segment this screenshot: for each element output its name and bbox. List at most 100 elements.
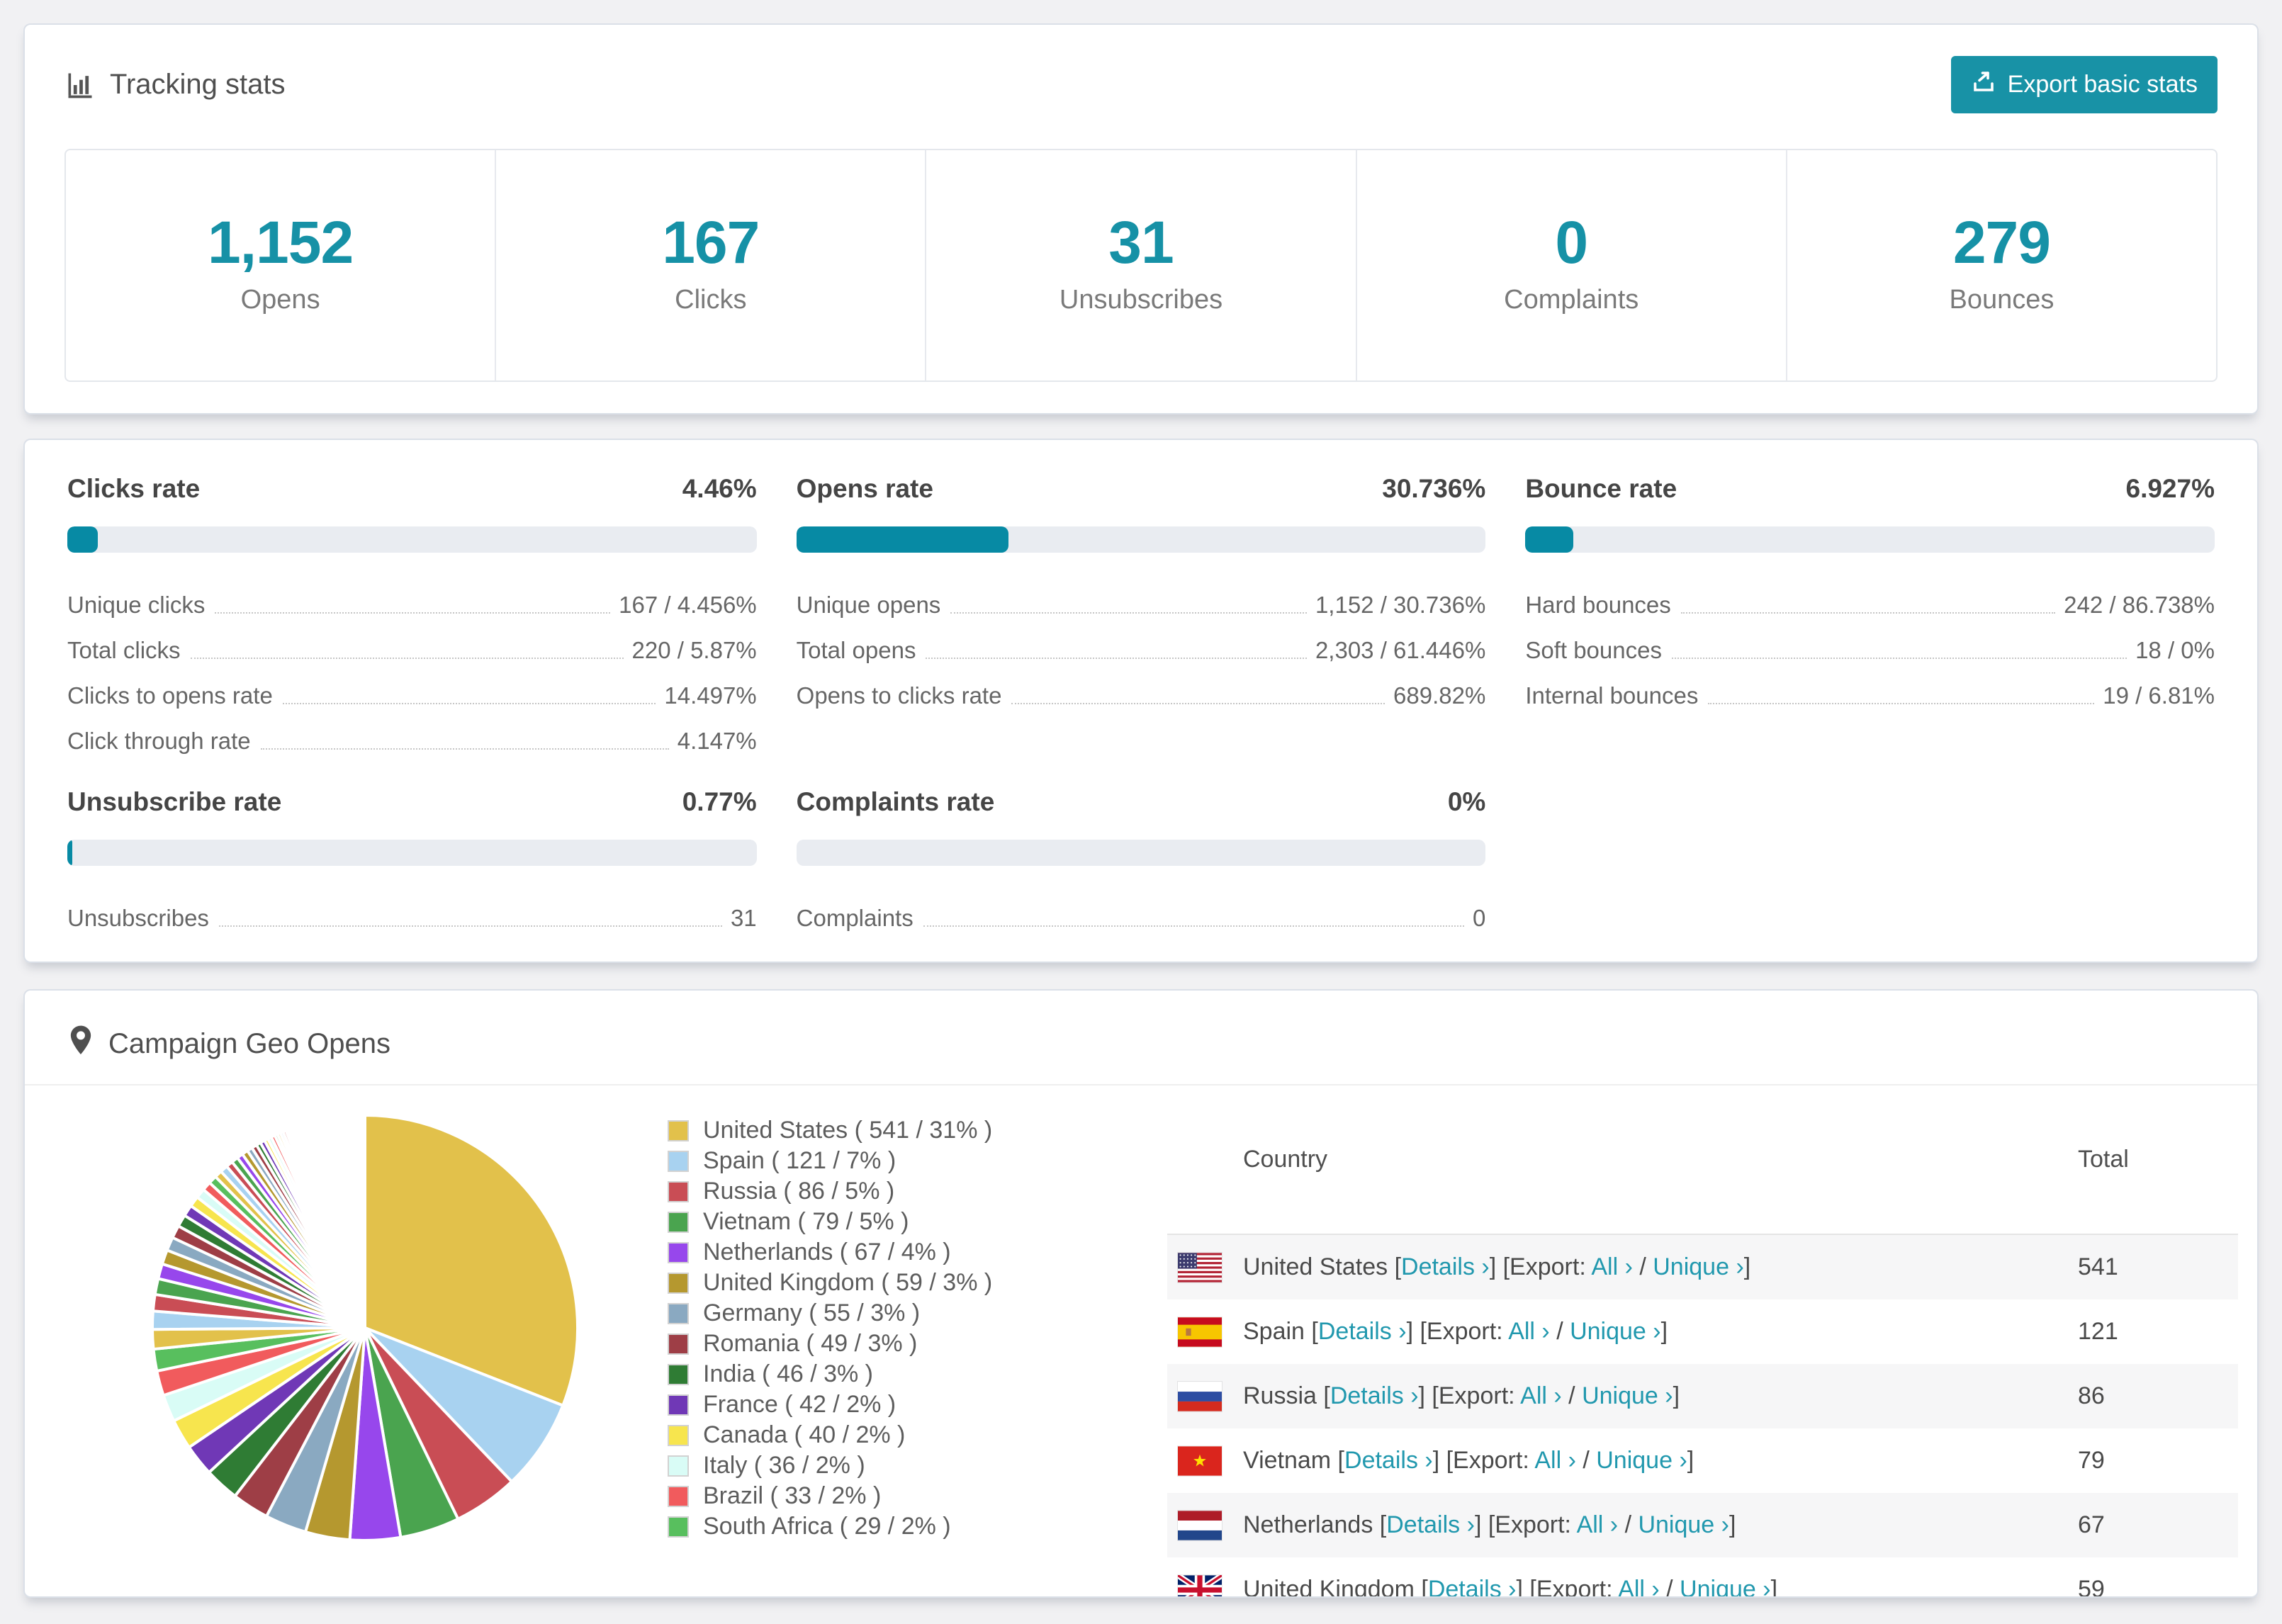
stat-value: 279 [1952,209,2051,276]
export-all-link[interactable]: All › [1591,1253,1633,1280]
export-unique-link[interactable]: Unique › [1582,1382,1673,1409]
flag-icon-vn [1178,1445,1222,1476]
legend-item-netherlands[interactable]: Netherlands ( 67 / 4% ) [668,1237,992,1268]
rate-head: Complaints rate 0% [797,787,1486,817]
geo-table-row-gb: United Kingdom [Details ›] [Export: All … [1167,1557,2238,1598]
legend-swatch [668,1150,689,1172]
legend-item-united-kingdom[interactable]: United Kingdom ( 59 / 3% ) [668,1268,992,1298]
details-link[interactable]: Details › [1428,1576,1517,1596]
rate-detail-label: Hard bounces [1525,592,1671,618]
legend-item-italy[interactable]: Italy ( 36 / 2% ) [668,1450,992,1481]
details-link[interactable]: Details › [1330,1382,1419,1409]
legend-item-brazil[interactable]: Brazil ( 33 / 2% ) [668,1481,992,1511]
export-icon [1971,69,1996,101]
geo-table: Country Total United States [Details ›] … [1167,1146,2238,1596]
legend-item-vietnam[interactable]: Vietnam ( 79 / 5% ) [668,1207,992,1237]
total-cell: 59 [2078,1576,2105,1598]
legend-label: Russia ( 86 / 5% ) [703,1178,895,1205]
rate-detail-label: Soft bounces [1525,637,1662,663]
geo-pie-chart [145,1108,585,1547]
rate-detail-label: Clicks to opens rate [67,682,273,709]
details-link[interactable]: Details › [1344,1447,1433,1474]
legend-item-romania[interactable]: Romania ( 49 / 3% ) [668,1329,992,1359]
legend-swatch [668,1302,689,1324]
rate-detail-row: Total clicks 220 / 5.87% [67,637,757,664]
rate-value: 0% [1447,787,1486,816]
rate-detail-value: 242 / 86.738% [2064,592,2215,618]
legend-label: Romania ( 49 / 3% ) [703,1330,918,1357]
total-cell: 79 [2078,1447,2105,1474]
rate-block-bounce-rate: Bounce rate 6.927% Hard bounces 242 / 86… [1525,474,2215,755]
geo-table-header: Country Total [1167,1146,2238,1174]
legend-label: India ( 46 / 3% ) [703,1360,874,1387]
total-cell: 121 [2078,1318,2118,1345]
rate-detail-row: Internal bounces 19 / 6.81% [1525,682,2215,709]
geo-body: United States ( 541 / 31% ) Spain ( 121 … [25,1086,2257,1596]
dotted-leader [926,658,1307,659]
rate-detail-label: Total clicks [67,637,181,663]
export-all-link[interactable]: All › [1508,1318,1550,1345]
rate-title: Bounce rate [1525,474,1677,503]
legend-item-south-africa[interactable]: South Africa ( 29 / 2% ) [668,1511,992,1542]
rate-detail-label: Unique clicks [67,592,206,618]
rate-head: Unsubscribe rate 0.77% [67,787,757,817]
legend-item-united-states[interactable]: United States ( 541 / 31% ) [668,1115,992,1146]
legend-swatch [668,1485,689,1507]
legend-swatch [668,1241,689,1263]
legend-swatch [668,1272,689,1294]
export-all-link[interactable]: All › [1520,1382,1562,1409]
legend-item-germany[interactable]: Germany ( 55 / 3% ) [668,1298,992,1329]
export-unique-link[interactable]: Unique › [1596,1447,1687,1474]
rate-progress-fill [1525,526,1573,553]
rate-detail-value: 31 [730,905,757,931]
rate-block-clicks-rate: Clicks rate 4.46% Unique clicks 167 / 4.… [67,474,757,755]
legend-label: Brazil ( 33 / 2% ) [703,1482,882,1509]
pie-slice[interactable] [362,1113,366,1329]
rate-progress-track [796,526,1486,553]
country-cell: United States [Details ›] [Export: All ›… [1243,1253,1751,1280]
export-unique-link[interactable]: Unique › [1638,1511,1729,1538]
geo-table-row-es: Spain [Details ›] [Export: All › / Uniqu… [1167,1299,2238,1364]
rate-title: Unsubscribe rate [67,787,282,816]
rate-detail-value: 4.147% [677,728,757,754]
rate-block-complaints-rate: Complaints rate 0% Complaints 0 [796,787,1486,932]
dotted-leader [1708,703,2095,704]
rate-rows: Hard bounces 242 / 86.738% Soft bounces … [1525,592,2215,709]
dotted-leader [950,612,1307,614]
legend-swatch [668,1455,689,1477]
rate-head: Clicks rate 4.46% [67,474,757,504]
total-cell: 67 [2078,1511,2105,1538]
details-link[interactable]: Details › [1386,1511,1475,1538]
legend-label: Germany ( 55 / 3% ) [703,1299,921,1326]
country-cell: Russia [Details ›] [Export: All › / Uniq… [1243,1382,1680,1409]
legend-label: Canada ( 40 / 2% ) [703,1421,906,1448]
stat-label: Clicks [675,285,747,315]
details-link[interactable]: Details › [1318,1318,1407,1345]
legend-item-india[interactable]: India ( 46 / 3% ) [668,1359,992,1389]
export-all-link[interactable]: All › [1618,1576,1660,1596]
legend-item-canada[interactable]: Canada ( 40 / 2% ) [668,1420,992,1450]
export-all-link[interactable]: All › [1534,1447,1576,1474]
legend-label: United States ( 541 / 31% ) [703,1117,993,1144]
rate-progress-fill [67,526,99,553]
legend-item-russia[interactable]: Russia ( 86 / 5% ) [668,1176,992,1207]
country-cell: Spain [Details ›] [Export: All › / Uniqu… [1243,1318,1668,1345]
geo-table-row-ru: Russia [Details ›] [Export: All › / Uniq… [1167,1364,2238,1428]
rate-value: 4.46% [682,474,757,503]
rate-detail-label: Complaints [796,905,914,931]
dotted-leader [218,925,722,927]
export-basic-stats-button[interactable]: Export basic stats [1950,56,2218,113]
rate-title: Complaints rate [796,787,995,816]
legend-item-spain[interactable]: Spain ( 121 / 7% ) [668,1146,992,1176]
rate-detail-label: Internal bounces [1525,682,1699,709]
export-unique-link[interactable]: Unique › [1680,1576,1771,1596]
export-unique-link[interactable]: Unique › [1570,1318,1661,1345]
campaign-geo-opens-card: Campaign Geo Opens United States ( 541 /… [23,989,2259,1598]
details-link[interactable]: Details › [1401,1253,1490,1280]
legend-item-france[interactable]: France ( 42 / 2% ) [668,1389,992,1420]
bar-chart-icon [64,69,96,101]
export-all-link[interactable]: All › [1577,1511,1619,1538]
export-unique-link[interactable]: Unique › [1653,1253,1744,1280]
rates-card: Clicks rate 4.46% Unique clicks 167 / 4.… [23,439,2259,963]
legend-label: Vietnam ( 79 / 5% ) [703,1208,909,1235]
